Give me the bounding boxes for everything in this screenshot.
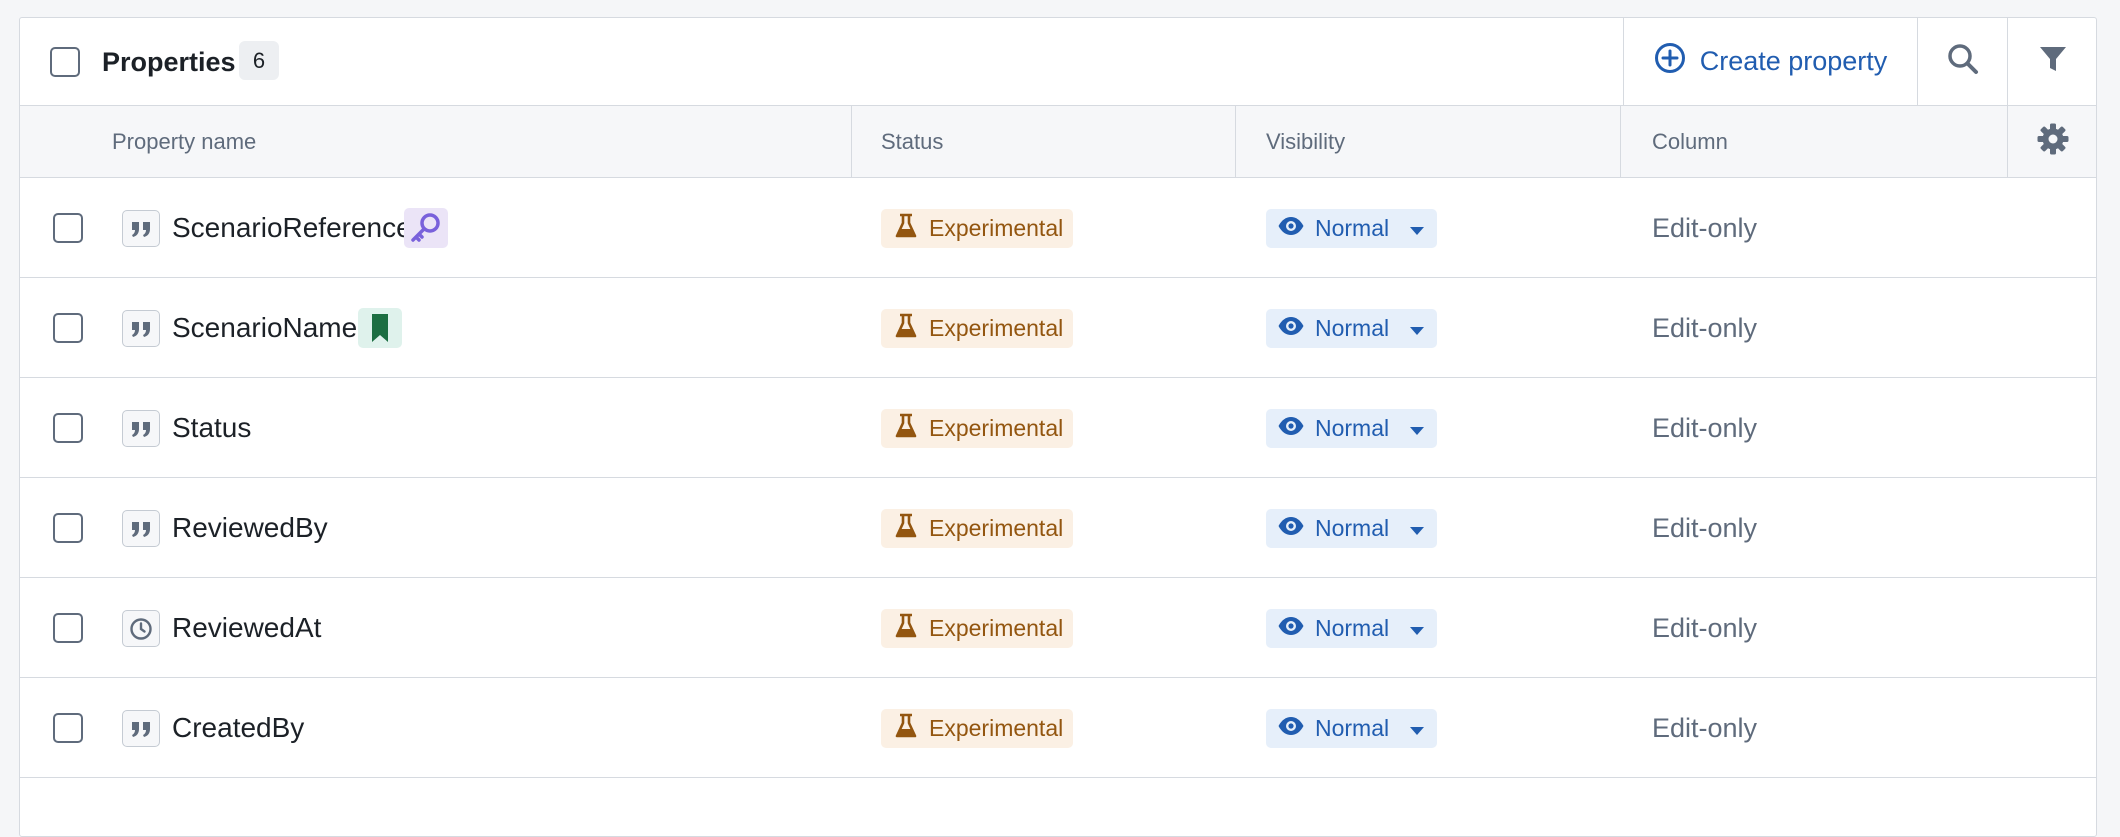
eye-icon xyxy=(1277,615,1305,642)
caret-down-icon xyxy=(1409,715,1425,742)
search-icon xyxy=(1946,42,1980,81)
string-quote-icon xyxy=(122,510,160,547)
filter-button[interactable] xyxy=(2007,18,2097,105)
table-row-reviewedby[interactable]: ReviewedBy Experimental Normal Edit-only xyxy=(20,478,2096,578)
table-row-scenarioreference[interactable]: ScenarioReference Experimental Normal Ed… xyxy=(20,178,2096,278)
visibility-label: Normal xyxy=(1315,315,1390,341)
visibility-dropdown[interactable]: Normal xyxy=(1266,709,1437,748)
visibility-dropdown[interactable]: Normal xyxy=(1266,509,1437,548)
properties-toolbar: Properties 6 Create property xyxy=(20,18,2096,106)
key-icon xyxy=(404,208,448,248)
column-header-visibility[interactable]: Visibility xyxy=(1266,106,1345,177)
create-property-label: Create property xyxy=(1699,46,1888,76)
property-name[interactable]: ScenarioName xyxy=(172,310,357,346)
column-header-column[interactable]: Column xyxy=(1652,106,1728,177)
column-header-property-name[interactable]: Property name xyxy=(112,106,256,177)
eye-icon xyxy=(1277,215,1305,242)
gear-icon xyxy=(2036,122,2070,161)
column-header-status[interactable]: Status xyxy=(881,106,943,177)
status-tag: Experimental xyxy=(881,509,1073,548)
row-checkbox[interactable] xyxy=(53,713,83,743)
caret-down-icon xyxy=(1409,315,1425,342)
property-name[interactable]: Status xyxy=(172,410,251,446)
flask-icon xyxy=(895,513,917,545)
visibility-dropdown[interactable]: Normal xyxy=(1266,609,1437,648)
visibility-label: Normal xyxy=(1315,715,1390,741)
flask-icon xyxy=(895,313,917,345)
status-tag: Experimental xyxy=(881,409,1073,448)
properties-panel: Properties 6 Create property Property na… xyxy=(19,17,2097,837)
caret-down-icon xyxy=(1409,615,1425,642)
string-quote-icon xyxy=(122,410,160,447)
column-divider[interactable] xyxy=(851,106,852,177)
select-all-checkbox[interactable] xyxy=(50,47,80,77)
table-row-createdby[interactable]: CreatedBy Experimental Normal Edit-only xyxy=(20,678,2096,778)
search-button[interactable] xyxy=(1917,18,2007,105)
table-row-status[interactable]: Status Experimental Normal Edit-only xyxy=(20,378,2096,478)
property-name[interactable]: ScenarioReference xyxy=(172,210,412,246)
flask-icon xyxy=(895,713,917,745)
eye-icon xyxy=(1277,315,1305,342)
properties-count-badge: 6 xyxy=(239,41,279,80)
table-row-reviewedat[interactable]: ReviewedAt Experimental Normal Edit-only xyxy=(20,578,2096,678)
column-divider[interactable] xyxy=(1620,106,1621,177)
status-tag: Experimental xyxy=(881,709,1073,748)
eye-icon xyxy=(1277,515,1305,542)
filter-icon xyxy=(2038,44,2068,79)
create-property-button[interactable]: Create property xyxy=(1623,18,1917,105)
row-checkbox[interactable] xyxy=(53,413,83,443)
visibility-dropdown[interactable]: Normal xyxy=(1266,209,1437,248)
table-header: Property name Status Visibility Column xyxy=(20,106,2096,178)
caret-down-icon xyxy=(1409,415,1425,442)
property-name[interactable]: ReviewedAt xyxy=(172,610,321,646)
visibility-label: Normal xyxy=(1315,215,1390,241)
eye-icon xyxy=(1277,715,1305,742)
flask-icon xyxy=(895,613,917,645)
property-name[interactable]: CreatedBy xyxy=(172,710,304,746)
row-checkbox[interactable] xyxy=(53,513,83,543)
status-label: Experimental xyxy=(929,415,1064,441)
status-label: Experimental xyxy=(929,715,1064,741)
caret-down-icon xyxy=(1409,215,1425,242)
visibility-dropdown[interactable]: Normal xyxy=(1266,409,1437,448)
visibility-label: Normal xyxy=(1315,515,1390,541)
status-label: Experimental xyxy=(929,315,1064,341)
visibility-label: Normal xyxy=(1315,415,1390,441)
row-checkbox[interactable] xyxy=(53,313,83,343)
caret-down-icon xyxy=(1409,515,1425,542)
row-checkbox[interactable] xyxy=(53,213,83,243)
eye-icon xyxy=(1277,415,1305,442)
string-quote-icon xyxy=(122,210,160,247)
flask-icon xyxy=(895,213,917,245)
status-tag: Experimental xyxy=(881,209,1073,248)
panel-title: Properties xyxy=(102,47,236,77)
column-mode: Edit-only xyxy=(1652,613,1758,643)
column-mode: Edit-only xyxy=(1652,413,1758,443)
string-quote-icon xyxy=(122,710,160,747)
status-label: Experimental xyxy=(929,215,1064,241)
status-label: Experimental xyxy=(929,515,1064,541)
property-name[interactable]: ReviewedBy xyxy=(172,510,328,546)
status-tag: Experimental xyxy=(881,609,1073,648)
visibility-dropdown[interactable]: Normal xyxy=(1266,309,1437,348)
plus-circle-icon xyxy=(1654,42,1686,81)
status-tag: Experimental xyxy=(881,309,1073,348)
bookmark-icon xyxy=(358,308,402,348)
status-label: Experimental xyxy=(929,615,1064,641)
row-checkbox[interactable] xyxy=(53,613,83,643)
column-mode: Edit-only xyxy=(1652,313,1758,343)
column-mode: Edit-only xyxy=(1652,213,1758,243)
column-mode: Edit-only xyxy=(1652,513,1758,543)
column-settings-button[interactable] xyxy=(2008,106,2097,177)
visibility-label: Normal xyxy=(1315,615,1390,641)
flask-icon xyxy=(895,413,917,445)
table-row-scenarioname[interactable]: ScenarioName Experimental Normal Edit-on… xyxy=(20,278,2096,378)
string-quote-icon xyxy=(122,310,160,347)
column-mode: Edit-only xyxy=(1652,713,1758,743)
timestamp-clock-icon xyxy=(122,610,160,647)
column-divider[interactable] xyxy=(1235,106,1236,177)
